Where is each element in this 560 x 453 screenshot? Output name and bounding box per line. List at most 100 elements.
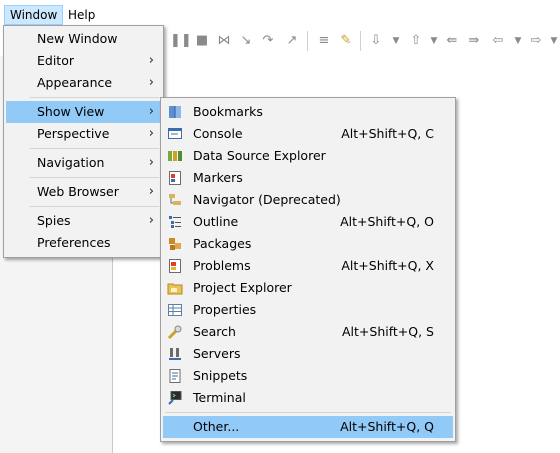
menu-item-label: Preferences <box>37 235 111 250</box>
window-menu[interactable]: Window <box>4 5 64 25</box>
menu-item-label: Editor <box>37 53 74 68</box>
chevron-down-icon[interactable]: ▼ <box>426 33 442 49</box>
menu-item-label: Show View <box>37 104 105 119</box>
toolbar-separator <box>360 31 361 51</box>
last-edit-location-icon[interactable]: ⇚ <box>444 33 460 49</box>
menu-item-label: Search <box>193 324 236 339</box>
menu-item-label: Servers <box>193 346 241 361</box>
menu-item-spies[interactable]: Spies › <box>6 210 161 232</box>
project-explorer-icon <box>167 283 183 295</box>
chevron-right-icon: › <box>148 126 154 141</box>
bookmarks-icon <box>169 106 181 118</box>
menu-item-preferences[interactable]: Preferences <box>6 232 161 254</box>
menu-item-label: Perspective <box>37 126 110 141</box>
menu-item-label: Appearance <box>37 75 113 90</box>
chevron-right-icon: › <box>148 104 154 119</box>
chevron-right-icon: › <box>148 53 154 68</box>
view-item-bookmarks[interactable]: Bookmarks <box>163 101 453 123</box>
back-icon[interactable]: ⇦ <box>490 33 506 49</box>
menu-separator <box>30 206 159 207</box>
menu-item-label: Spies <box>37 213 71 228</box>
menu-separator <box>30 148 159 149</box>
menu-item-label: Web Browser <box>37 184 119 199</box>
view-item-packages[interactable]: Packages <box>163 233 453 255</box>
forward-icon[interactable]: ⇨ <box>528 33 544 49</box>
menu-item-navigation[interactable]: Navigation › <box>6 152 161 174</box>
view-item-search[interactable]: Search Alt+Shift+Q, S <box>163 321 453 343</box>
step-into-icon[interactable]: ↘ <box>238 33 254 49</box>
previous-annotation-icon[interactable]: ⇧ <box>408 33 424 49</box>
help-menu[interactable]: Help <box>63 6 100 24</box>
terminal-icon <box>168 391 182 405</box>
toggle-mark-occurrences-icon[interactable]: ✎ <box>338 33 354 49</box>
menu-item-label: Data Source Explorer <box>193 148 326 163</box>
pause-icon[interactable]: ❚❚ <box>170 33 192 49</box>
step-over-icon[interactable]: ↷ <box>260 33 276 49</box>
chevron-down-icon[interactable]: ▼ <box>388 33 404 49</box>
menu-item-label: Project Explorer <box>193 280 292 295</box>
shortcut-label: Alt+Shift+Q, Q <box>340 419 434 434</box>
menu-item-new-window[interactable]: New Window <box>6 28 161 50</box>
menu-item-label: Console <box>193 126 243 141</box>
next-annotation-icon[interactable]: ⇩ <box>368 33 384 49</box>
view-item-terminal[interactable]: Terminal <box>163 387 453 409</box>
view-item-outline[interactable]: Outline Alt+Shift+Q, O <box>163 211 453 233</box>
menu-item-appearance[interactable]: Appearance › <box>6 72 161 94</box>
properties-icon <box>168 304 182 316</box>
menu-item-label: Navigator (Deprecated) <box>193 192 341 207</box>
menu-item-show-view[interactable]: Show View › <box>6 101 161 123</box>
stop-icon[interactable]: ■ <box>194 33 210 49</box>
menu-item-label: Markers <box>193 170 243 185</box>
toolbar-separator <box>307 31 308 51</box>
menu-item-label: New Window <box>37 31 118 46</box>
view-item-servers[interactable]: Servers <box>163 343 453 365</box>
menu-item-label: Terminal <box>193 390 246 405</box>
menu-separator <box>30 97 159 98</box>
chevron-down-icon[interactable]: ▼ <box>510 33 526 49</box>
servers-icon <box>169 348 181 360</box>
disconnect-icon[interactable]: ⋈ <box>216 33 232 49</box>
view-item-markers[interactable]: Markers <box>163 167 453 189</box>
markers-icon <box>169 171 181 185</box>
view-item-snippets[interactable]: Snippets <box>163 365 453 387</box>
menu-item-label: Outline <box>193 214 239 229</box>
step-return-icon[interactable]: ↗ <box>284 33 300 49</box>
shortcut-label: Alt+Shift+Q, X <box>341 258 434 273</box>
search-icon <box>167 325 182 340</box>
packages-icon <box>169 238 181 250</box>
menu-item-editor[interactable]: Editor › <box>6 50 161 72</box>
menu-item-label: Packages <box>193 236 252 251</box>
view-item-navigator[interactable]: Navigator (Deprecated) <box>163 189 453 211</box>
shortcut-label: Alt+Shift+Q, S <box>341 324 434 339</box>
menu-item-perspective[interactable]: Perspective › <box>6 123 161 145</box>
data-source-explorer-icon <box>168 151 182 161</box>
shortcut-label: Alt+Shift+Q, O <box>340 214 434 229</box>
view-item-properties[interactable]: Properties <box>163 299 453 321</box>
menu-separator <box>30 177 159 178</box>
problems-icon <box>169 259 181 273</box>
menu-bar: Window Help <box>0 0 560 26</box>
menu-item-label: Bookmarks <box>193 104 263 119</box>
menu-separator <box>165 412 451 413</box>
outline-icon <box>169 216 181 228</box>
view-item-data-source-explorer[interactable]: Data Source Explorer <box>163 145 453 167</box>
view-item-console[interactable]: Console Alt+Shift+Q, C <box>163 123 453 145</box>
view-item-other[interactable]: Other... Alt+Shift+Q, Q <box>163 416 453 438</box>
menu-item-web-browser[interactable]: Web Browser › <box>6 181 161 203</box>
use-step-filters-icon[interactable]: ≡ <box>316 33 332 49</box>
chevron-right-icon: › <box>148 213 154 228</box>
forward-edit-icon[interactable]: ⇛ <box>466 33 482 49</box>
chevron-right-icon: › <box>148 184 154 199</box>
snippets-icon <box>169 369 181 383</box>
menu-item-label: Snippets <box>193 368 248 383</box>
show-view-submenu: Bookmarks Console Alt+Shift+Q, C Data So… <box>160 97 456 442</box>
menu-item-label: Problems <box>193 258 251 273</box>
menu-item-label: Navigation <box>37 155 105 170</box>
menu-item-label: Properties <box>193 302 257 317</box>
chevron-down-icon[interactable]: ▼ <box>546 33 560 49</box>
view-item-project-explorer[interactable]: Project Explorer <box>163 277 453 299</box>
navigator-icon <box>169 194 181 205</box>
window-dropdown-menu: New Window Editor › Appearance › Show Vi… <box>3 25 164 258</box>
view-item-problems[interactable]: Problems Alt+Shift+Q, X <box>163 255 453 277</box>
chevron-right-icon: › <box>148 75 154 90</box>
